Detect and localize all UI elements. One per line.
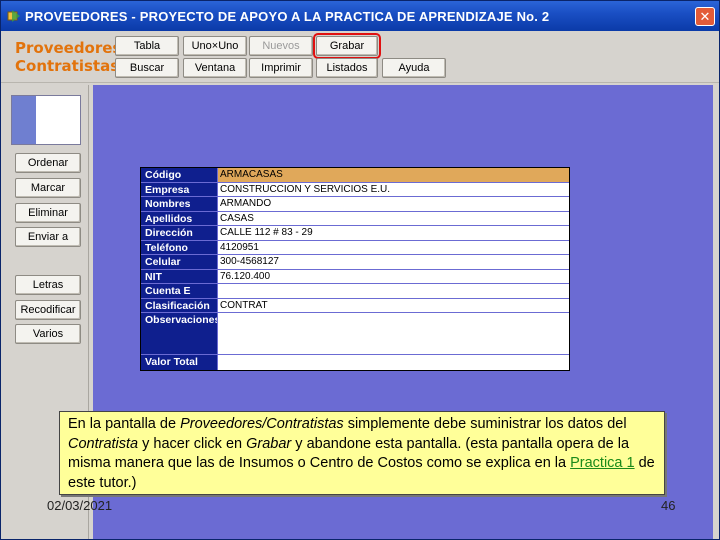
field-label: Nombres: [141, 197, 217, 211]
field-label: Celular: [141, 255, 217, 269]
title-bar: PROVEEDORES - PROYECTO DE APOYO A LA PRA…: [1, 1, 719, 31]
form-row-codigo: Código ARMACASAS: [141, 168, 569, 183]
supplier-form: Código ARMACASAS Empresa CONSTRUCCION Y …: [140, 167, 570, 371]
apellidos-field[interactable]: CASAS: [217, 211, 569, 225]
close-icon: ✕: [699, 9, 711, 24]
varios-button[interactable]: Varios: [15, 324, 81, 344]
tutorial-note: En la pantalla de Proveedores/Contratist…: [59, 411, 665, 495]
form-row-nombres: Nombres ARMANDO: [141, 197, 569, 212]
codigo-field[interactable]: ARMACASAS: [217, 168, 569, 182]
marcar-button[interactable]: Marcar: [15, 178, 81, 198]
telefono-field[interactable]: 4120951: [217, 240, 569, 254]
buscar-button[interactable]: Buscar: [115, 58, 179, 78]
field-label: Apellidos: [141, 211, 217, 225]
note-italic: Contratista: [68, 435, 139, 452]
form-row-observaciones: Observaciones: [141, 313, 569, 355]
imprimir-button[interactable]: Imprimir: [249, 58, 313, 78]
field-label: Dirección: [141, 226, 217, 240]
field-label: Código: [141, 168, 217, 182]
nombres-field[interactable]: ARMANDO: [217, 197, 569, 211]
brand-line-2: Contratistas: [15, 57, 120, 75]
field-label: NIT: [141, 269, 217, 283]
form-row-celular: Celular 300-4568127: [141, 255, 569, 270]
application-window: PROVEEDORES - PROYECTO DE APOYO A LA PRA…: [0, 0, 720, 540]
form-row-telefono: Teléfono 4120951: [141, 240, 569, 255]
form-row-clasificacion: Clasificación CONTRAT: [141, 298, 569, 313]
celular-field[interactable]: 300-4568127: [217, 255, 569, 269]
clasificacion-field[interactable]: CONTRAT: [217, 298, 569, 312]
note-text: En la pantalla de: [68, 416, 181, 432]
form-row-empresa: Empresa CONSTRUCCION Y SERVICIOS E.U.: [141, 182, 569, 197]
field-label: Clasificación: [141, 298, 217, 312]
practica-1-link[interactable]: Practica 1: [570, 455, 634, 471]
tabla-button[interactable]: Tabla: [115, 36, 179, 56]
window-title: PROVEEDORES - PROYECTO DE APOYO A LA PRA…: [25, 9, 550, 24]
form-row-direccion: Dirección CALLE 112 # 83 - 29: [141, 226, 569, 241]
note-text: y hacer click en: [138, 435, 247, 452]
field-label: Valor Total: [141, 355, 217, 370]
brand-line-1: Proveedores: [15, 39, 122, 57]
field-label: Teléfono: [141, 240, 217, 254]
slide-date: 02/03/2021: [47, 498, 113, 513]
listados-button[interactable]: Listados: [316, 58, 378, 78]
field-label: Empresa: [141, 182, 217, 196]
valor-total-field[interactable]: [217, 355, 569, 370]
note-italic: Grabar: [246, 435, 292, 452]
empresa-field[interactable]: CONSTRUCCION Y SERVICIOS E.U.: [217, 182, 569, 196]
field-label: Observaciones: [141, 313, 217, 354]
nit-field[interactable]: 76.120.400: [217, 269, 569, 283]
uno-x-uno-button[interactable]: Uno×Uno: [183, 36, 247, 56]
cuenta-field[interactable]: [217, 284, 569, 298]
enviar-a-button[interactable]: Enviar a: [15, 227, 81, 247]
close-button[interactable]: ✕: [695, 7, 715, 26]
form-row-apellidos: Apellidos CASAS: [141, 211, 569, 226]
toolbar: Proveedores Contratistas Tabla Uno×Uno N…: [1, 31, 719, 83]
form-row-nit: NIT 76.120.400: [141, 269, 569, 284]
slide-page-number: 46: [661, 498, 676, 513]
form-row-valor-total: Valor Total: [141, 355, 569, 370]
form-brand-title: Proveedores Contratistas: [15, 39, 122, 75]
grabar-button[interactable]: Grabar: [313, 33, 381, 59]
note-italic: Proveedores/Contratistas: [180, 416, 344, 432]
direccion-field[interactable]: CALLE 112 # 83 - 29: [217, 226, 569, 240]
recodificar-button[interactable]: Recodificar: [15, 300, 81, 320]
note-text: simplemente debe suministrar los datos d…: [343, 416, 627, 432]
form-row-cuenta: Cuenta E: [141, 284, 569, 299]
record-list-box[interactable]: [11, 95, 81, 145]
letras-button[interactable]: Letras: [15, 275, 81, 295]
ventana-button[interactable]: Ventana: [183, 58, 247, 78]
eliminar-button[interactable]: Eliminar: [15, 203, 81, 223]
observaciones-field[interactable]: [217, 313, 569, 354]
app-icon: [7, 10, 20, 22]
field-label: Cuenta E: [141, 284, 217, 298]
nuevos-button[interactable]: Nuevos: [249, 36, 313, 56]
ayuda-button[interactable]: Ayuda: [382, 58, 446, 78]
ordenar-button[interactable]: Ordenar: [15, 153, 81, 173]
